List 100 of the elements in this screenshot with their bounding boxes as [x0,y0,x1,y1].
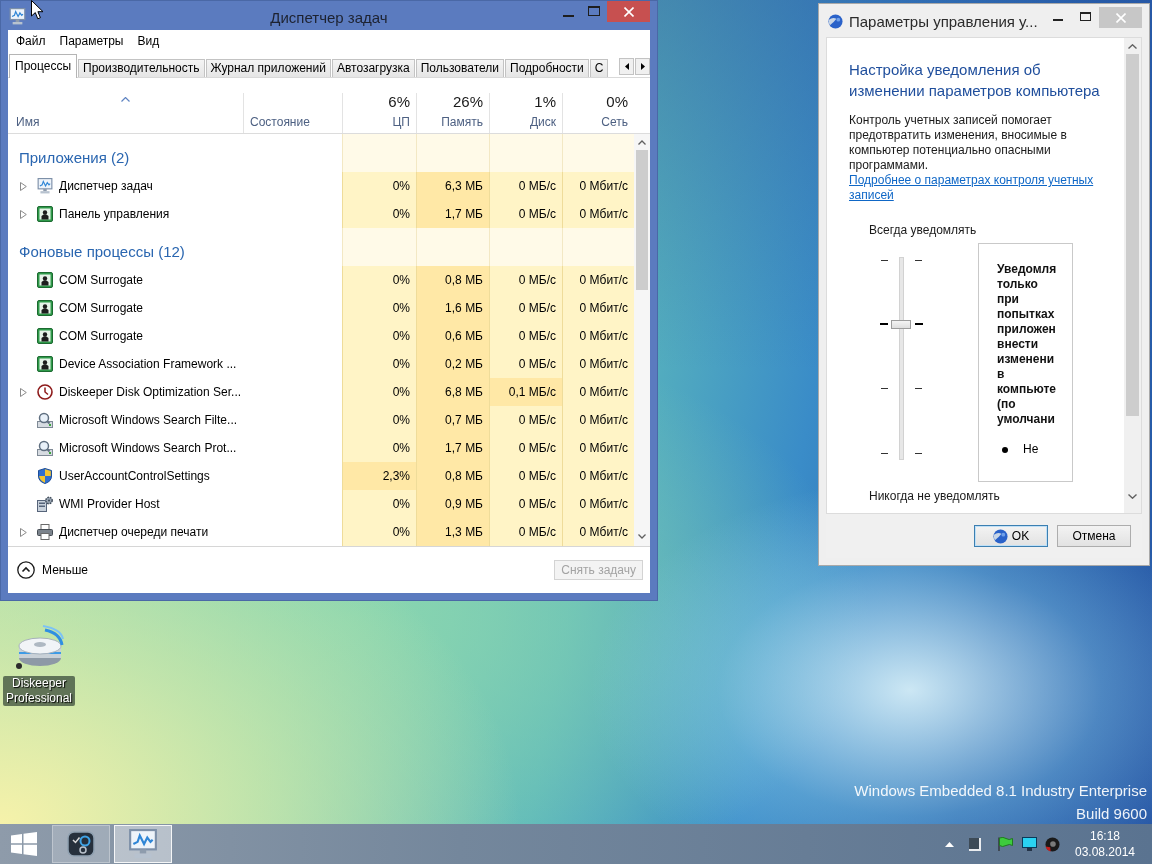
table-cell: 0 МБ/с [489,350,562,378]
app-window-icon [37,272,53,288]
desktop-icon-label[interactable]: Diskeeper Professional [3,676,75,706]
dialog-button[interactable]: Отмена [1057,525,1131,547]
tab[interactable]: Пользователи [415,59,505,77]
close-icon [1115,12,1126,23]
tab[interactable]: Производительность [78,59,205,77]
table-cell: 0 Мбит/с [562,406,634,434]
level-description: Уведомля только при попытках приложен внести изменени в компьюте (по умолчани [997,262,1057,427]
menu-item[interactable]: Вид [130,31,167,51]
expand-arrow-icon[interactable] [20,181,27,191]
process-name[interactable]: UserAccountControlSettings [59,468,210,484]
magnifier-computer-icon [37,440,53,456]
close-icon [623,6,634,17]
maximize-icon[interactable] [1080,12,1091,21]
table-cell: 0% [342,406,416,434]
table-cell: 0 Мбит/с [562,350,634,378]
process-name[interactable]: Microsoft Windows Search Prot... [59,440,237,456]
table-cell: 1,6 МБ [416,294,489,322]
chevron-up-icon[interactable] [638,140,646,145]
process-name[interactable]: Diskeeper Disk Optimization Ser... [59,384,242,400]
table-cell: 0,8 МБ [416,266,489,294]
help-link[interactable]: Подробнее о параметрах контроля учетных записей [849,173,1111,203]
app-window-icon [37,356,53,372]
app-window-icon [37,206,53,222]
flag-icon[interactable] [998,837,1013,851]
table-cell: 0% [342,322,416,350]
column-total: 26% [452,93,483,111]
process-name[interactable]: Диспетчер очереди печати [59,524,209,540]
mouse-pointer-icon [31,0,44,20]
watermark-text: Windows Embedded 8.1 Industry Enterprise [854,781,1147,801]
table-cell: 0 Мбит/с [562,490,634,518]
caret-up-icon[interactable] [945,841,954,847]
process-name[interactable]: COM Surrogate [59,272,144,288]
table-cell [562,134,634,172]
tab[interactable]: Процессы [9,54,77,78]
notification-slider[interactable] [878,257,926,460]
clock-date[interactable]: 03.08.2014 [1074,844,1136,860]
slider-thumb[interactable] [891,319,911,329]
process-name[interactable]: Microsoft Windows Search Filte... [59,412,238,428]
menu-item[interactable]: Файл [9,31,53,51]
process-name[interactable]: Панель управления [59,206,170,222]
triangle-right-icon [640,63,645,70]
process-name[interactable]: COM Surrogate [59,300,144,316]
table-cell: 0 МБ/с [489,266,562,294]
chevron-down-icon[interactable] [1128,494,1137,499]
dialog-heading: Настройка уведомления об изменении параметров компьютера [849,60,1101,101]
group-header[interactable]: Фоновые процессы (12) [19,243,185,261]
column-header[interactable]: Диск [529,115,556,129]
dialog-button[interactable]: OK [974,525,1048,547]
table-cell: 0,7 МБ [416,406,489,434]
table-cell: 1,7 МБ [416,434,489,462]
table-cell: 0 МБ/с [489,172,562,200]
square-icon[interactable] [969,837,981,851]
group-header[interactable]: Приложения (2) [19,149,130,167]
speaker-icon[interactable] [1045,836,1060,852]
menu-item[interactable]: Параметры [52,31,131,51]
windows-logo-icon [11,832,37,856]
column-header[interactable]: Состояние [250,115,336,129]
scrollbar-thumb[interactable] [636,150,648,290]
tab[interactable]: Автозагрузка [331,59,415,77]
tab[interactable]: С [589,59,609,77]
taskbar-button[interactable] [52,825,110,863]
process-name[interactable]: COM Surrogate [59,328,144,344]
table-cell: 0% [342,350,416,378]
globe-icon [828,14,843,29]
app-window-icon [37,300,53,316]
column-total: 6% [388,93,410,111]
tab-scroll-button[interactable] [635,58,650,75]
column-header[interactable]: ЦП [392,115,410,129]
table-cell: 0 Мбит/с [562,434,634,462]
expand-arrow-icon[interactable] [20,387,27,397]
process-name[interactable]: Диспетчер задач [59,178,153,194]
expand-arrow-icon[interactable] [20,527,27,537]
close-button[interactable] [607,1,650,22]
table-cell: 0 МБ/с [489,490,562,518]
column-total: 1% [534,93,556,111]
column-header[interactable]: Сеть [601,115,628,129]
tab[interactable]: Журнал приложений [205,59,331,77]
window-title: Параметры управления у... [849,13,1038,31]
expand-arrow-icon[interactable] [20,209,27,219]
process-name[interactable]: WMI Provider Host [59,496,160,512]
tab-scroll-button[interactable] [619,58,634,75]
table-cell: 0% [342,294,416,322]
tab[interactable]: Подробности [505,59,589,77]
column-total: 0% [606,93,628,111]
table-cell: 0,8 МБ [416,462,489,490]
disk-icon[interactable] [14,625,64,670]
chevron-down-icon[interactable] [638,534,646,539]
clock-time[interactable]: 16:18 [1090,828,1120,844]
process-name[interactable]: Device Association Framework ... [59,356,237,372]
column-header[interactable]: Имя [16,115,237,129]
shield-icon [37,468,53,484]
column-header[interactable]: Память [441,115,483,129]
monitor-icon[interactable] [1022,837,1037,851]
table-cell: 0 МБ/с [489,322,562,350]
table-cell: 0% [342,490,416,518]
scrollbar-thumb[interactable] [1126,54,1139,416]
fewer-details-button[interactable]: Меньше [17,561,88,579]
chevron-up-icon[interactable] [1128,44,1137,49]
